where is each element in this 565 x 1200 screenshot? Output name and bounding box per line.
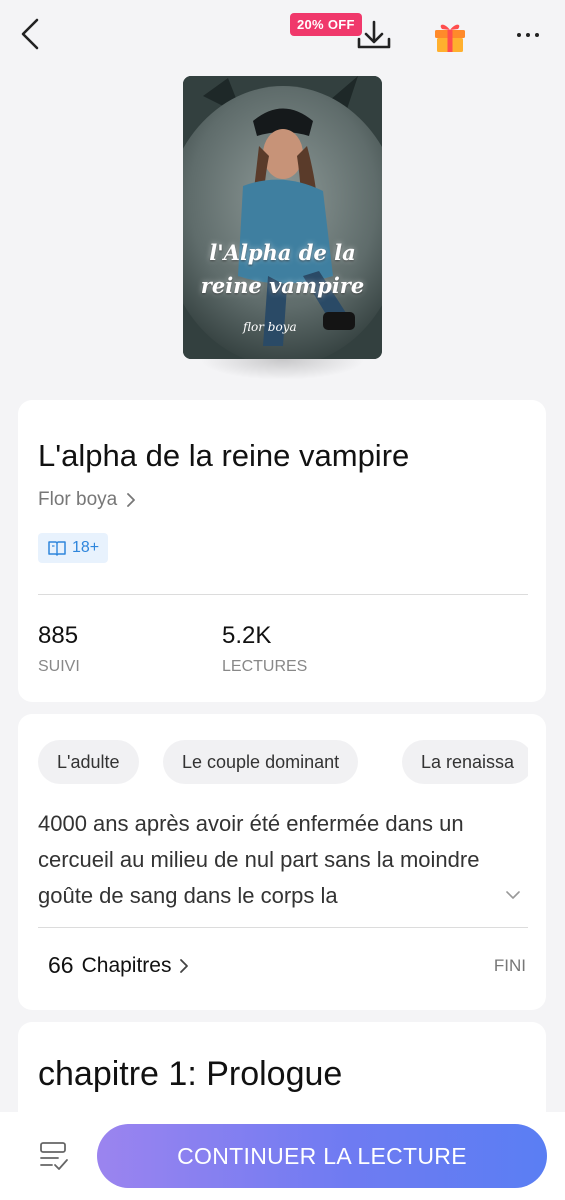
chevron-right-icon <box>180 958 189 973</box>
tag-chip[interactable]: La renaissa <box>402 740 528 784</box>
author-link[interactable]: Flor boya <box>38 489 136 511</box>
bottom-action-bar: CONTINUER LA LECTURE <box>0 1112 565 1200</box>
chapters-count: 66 <box>48 952 74 978</box>
discount-badge[interactable]: 20% OFF <box>290 13 362 36</box>
book-detail-page: 20% OFF l'Alpha de la reine vampire flor… <box>0 0 565 1200</box>
stat-label: SUIVI <box>38 658 80 675</box>
stat-label: LECTURES <box>222 658 308 675</box>
cover-title: l'Alpha de la reine vampire <box>183 236 382 302</box>
tag-chip[interactable]: Le couple dominant <box>163 740 359 784</box>
divider <box>38 927 528 928</box>
dot <box>517 33 521 37</box>
book-title: L'alpha de la reine vampire <box>38 438 410 473</box>
divider <box>38 594 528 595</box>
age-rating-tag: 18+ <box>38 533 109 563</box>
stat-value: 885 <box>38 622 79 649</box>
chevron-left-icon <box>21 18 39 50</box>
book-cover[interactable]: l'Alpha de la reine vampire flor boya <box>183 76 382 359</box>
library-button[interactable] <box>36 1138 76 1178</box>
cover-title-line: l'Alpha de la <box>209 240 356 265</box>
stat-followers: 885 SUIVI <box>38 622 80 676</box>
synopsis-fade <box>428 878 508 914</box>
gift-button[interactable] <box>430 16 470 56</box>
cover-image: l'Alpha de la reine vampire flor boya <box>183 76 382 359</box>
age-rating-label: 18+ <box>72 539 100 556</box>
download-button[interactable] <box>354 14 394 54</box>
gift-icon <box>435 24 465 52</box>
continue-reading-button[interactable]: CONTINUER LA LECTURE <box>97 1124 547 1188</box>
book-info-card: L'alpha de la reine vampire Flor boya 18… <box>18 400 546 702</box>
stat-value: 5.2K <box>222 622 272 649</box>
cover-title-line: reine vampire <box>200 273 365 298</box>
back-button[interactable] <box>14 16 46 52</box>
more-options-button[interactable] <box>506 20 550 50</box>
chapters-link[interactable]: 66 Chapitres <box>48 952 189 979</box>
cover-author: flor boya <box>243 320 297 334</box>
tag-list: L'adulte Le couple dominant La renaissa <box>18 714 528 804</box>
chapters-label: Chapitres <box>81 953 172 977</box>
chevron-down-icon <box>506 891 520 899</box>
tag-chip[interactable]: L'adulte <box>38 740 139 784</box>
chapter-title: chapitre 1: Prologue <box>38 1055 343 1093</box>
book-description-card: L'adulte Le couple dominant La renaissa … <box>18 714 546 1010</box>
add-to-library-icon <box>40 1142 68 1170</box>
book-icon <box>48 541 66 556</box>
author-name: Flor boya <box>38 489 118 510</box>
stat-reads: 5.2K LECTURES <box>222 622 307 676</box>
top-bar: 20% OFF <box>0 0 565 70</box>
dot <box>535 33 539 37</box>
dot <box>526 33 530 37</box>
download-icon <box>357 20 391 49</box>
expand-synopsis-button[interactable] <box>502 884 524 906</box>
chevron-right-icon <box>127 493 136 507</box>
cover-illustration <box>183 76 382 359</box>
completion-status: FINI <box>493 956 526 975</box>
